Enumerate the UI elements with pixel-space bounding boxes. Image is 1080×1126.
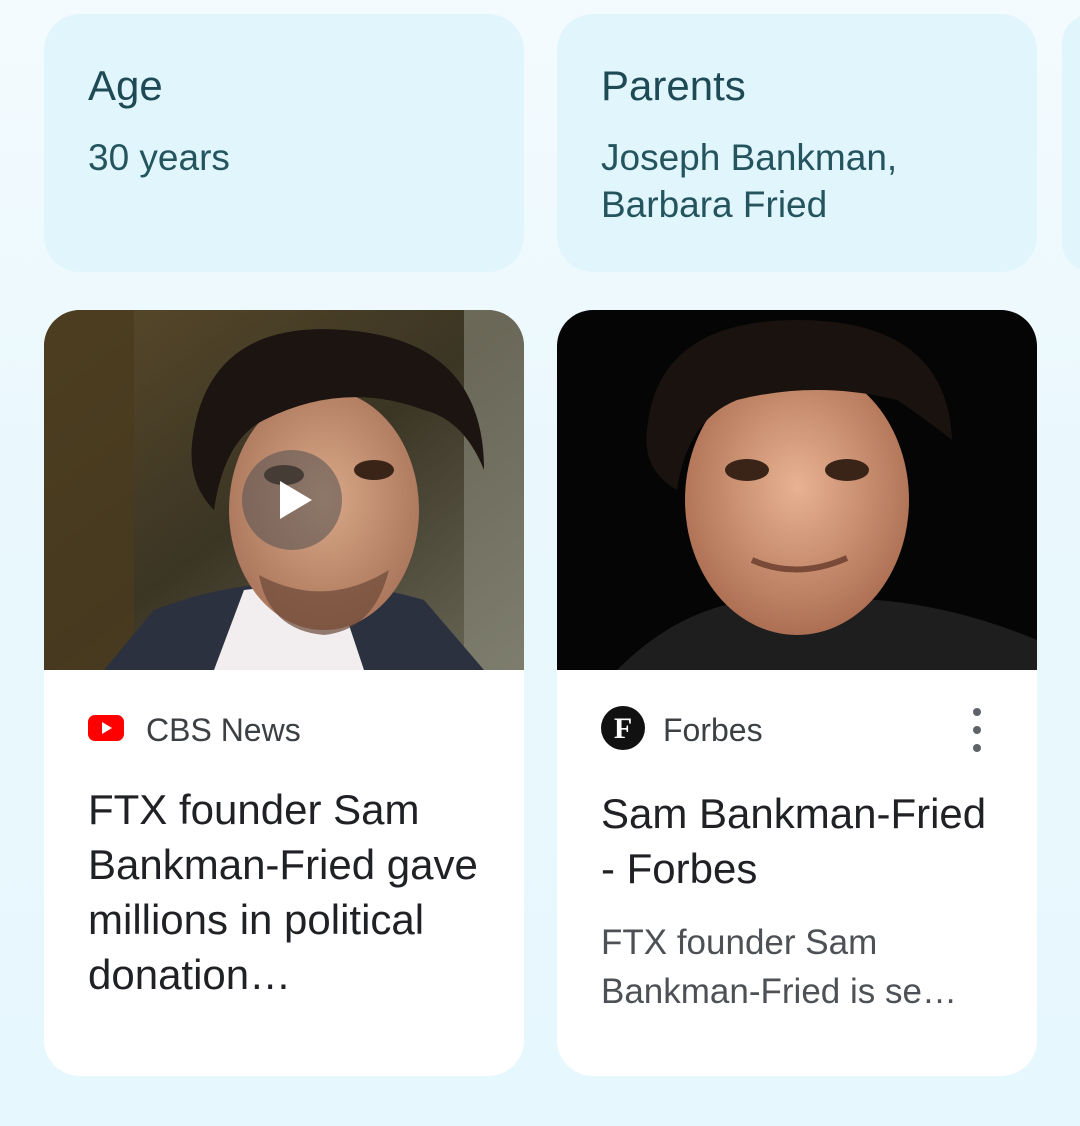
news-card-cbs[interactable]: CBS News FTX founder Sam Bankman-Fried g… [44,310,524,1076]
youtube-icon [88,714,124,746]
source-row: CBS News [88,702,301,758]
fact-card-next-peek[interactable] [1062,14,1080,272]
svg-text:F: F [614,712,632,745]
video-thumbnail[interactable] [44,310,524,670]
source-name: CBS News [146,711,301,748]
play-icon[interactable] [242,450,342,550]
source-row: F Forbes [601,702,763,758]
more-vert-icon[interactable] [965,708,989,752]
fact-card-age[interactable]: Age 30 years [44,14,524,272]
news-snippet: FTX founder Sam Bankman-Fried is se… [601,923,957,1011]
news-title[interactable]: FTX founder Sam Bankman-Fried gave milli… [88,782,484,1002]
fact-value: Joseph Bankman, Barbara Fried [601,137,898,225]
forbes-icon: F [601,705,645,755]
fact-label: Age [88,62,163,109]
fact-value: 30 years [88,137,230,178]
fact-card-parents[interactable]: Parents Joseph Bankman, Barbara Fried [557,14,1037,272]
news-card-forbes[interactable]: F Forbes Sam Bankman-Fried - Forbes FTX … [557,310,1037,1076]
fact-label: Parents [601,62,746,109]
article-thumbnail[interactable] [557,310,1037,670]
news-title[interactable]: Sam Bankman-Fried - Forbes [601,786,997,896]
source-name: Forbes [663,711,763,748]
